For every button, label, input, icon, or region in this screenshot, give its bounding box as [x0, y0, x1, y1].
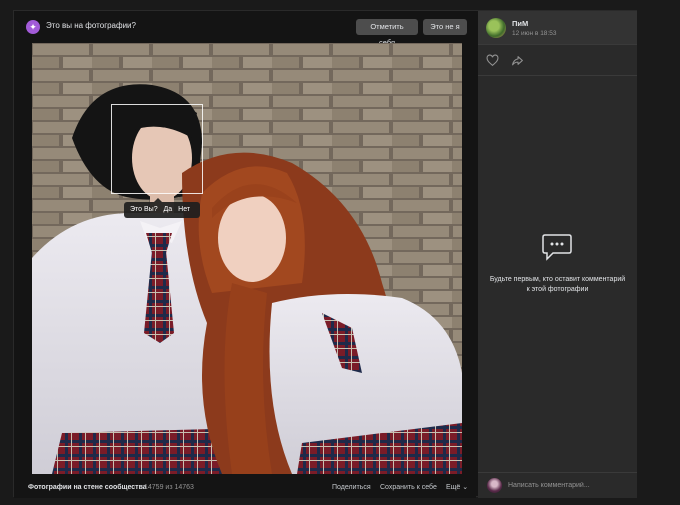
author-avatar[interactable] — [486, 18, 506, 38]
face-tag-box[interactable] — [111, 104, 203, 194]
photo-counter: 14759 из 14763 — [144, 484, 194, 491]
share-link[interactable]: Поделиться — [332, 477, 371, 498]
tag-self-button[interactable]: Отметить себя — [356, 19, 418, 47]
face-tag-prompt: Это Вы? Да Нет — [124, 198, 201, 218]
photo-pane: ✦ Это вы на фотографии? Отметить себя Эт… — [14, 11, 476, 498]
side-panel: ПиМ 12 июн в 18:53 Будьте первым, кто ос… — [478, 11, 637, 498]
photo-footer: Фотографии на стене сообщества 14759 из … — [14, 477, 476, 498]
tag-question: Это вы на фотографии? — [46, 21, 136, 30]
face-prompt-yes[interactable]: Да — [164, 206, 173, 213]
not-me-button[interactable]: Это не я — [423, 19, 467, 35]
heart-icon[interactable] — [486, 54, 499, 67]
empty-comments-text: Будьте первым, кто оставит комментарий к… — [489, 276, 626, 293]
share-arrow-icon[interactable] — [511, 54, 524, 67]
face-prompt-no[interactable]: Нет — [178, 206, 190, 213]
post-date[interactable]: 12 июн в 18:53 — [512, 30, 556, 37]
photo[interactable]: Это Вы? Да Нет — [32, 43, 462, 474]
tag-person-icon: ✦ — [26, 20, 40, 34]
photo-viewer: ✦ Это вы на фотографии? Отметить себя Эт… — [13, 10, 637, 498]
face-prompt-question: Это Вы? — [130, 206, 158, 213]
author-name[interactable]: ПиМ — [512, 19, 528, 28]
album-link[interactable]: Фотографии на стене сообщества — [28, 477, 147, 498]
action-bar — [478, 46, 637, 76]
more-menu[interactable]: Ещё ⌄ — [446, 477, 468, 498]
comment-bubble-icon — [542, 234, 572, 261]
comment-input[interactable] — [508, 478, 630, 493]
comment-bar — [478, 472, 637, 498]
author-header: ПиМ 12 июн в 18:53 — [478, 11, 637, 45]
save-link[interactable]: Сохранить к себе — [380, 477, 437, 498]
user-avatar — [487, 478, 502, 493]
tag-bar: ✦ Это вы на фотографии? Отметить себя Эт… — [14, 11, 476, 47]
photo-image — [32, 43, 462, 474]
